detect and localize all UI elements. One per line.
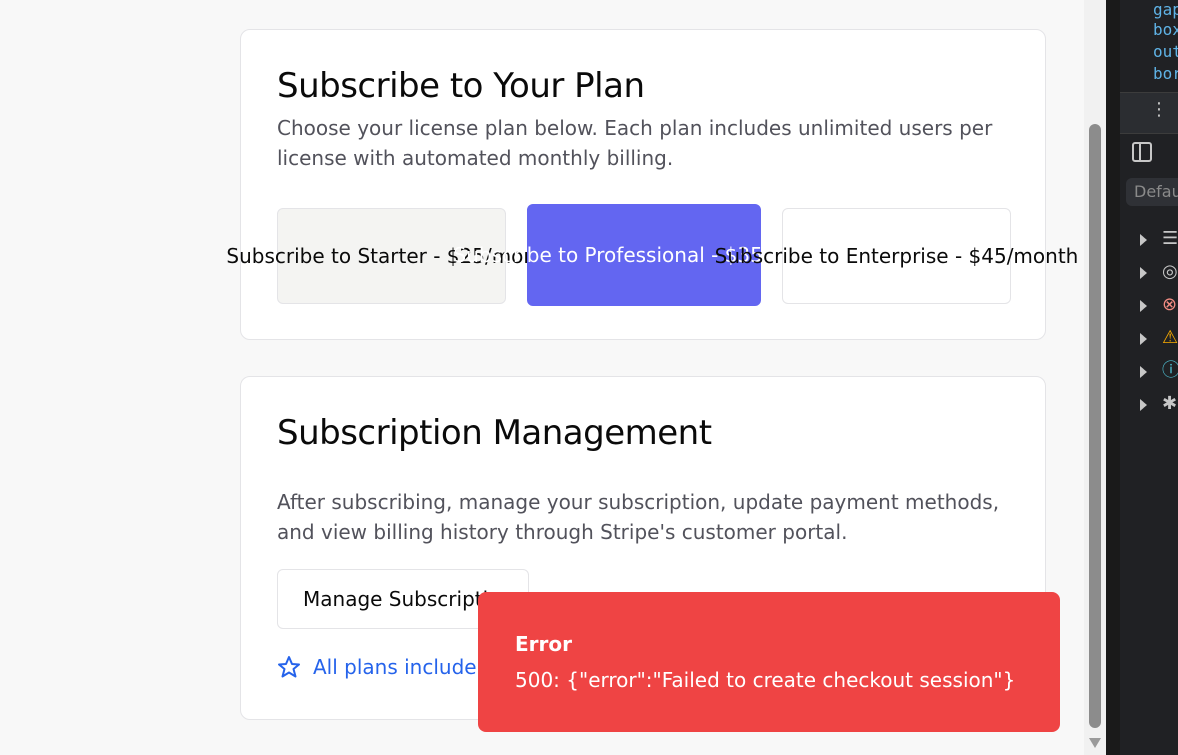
css-code-line: out [1153, 42, 1178, 61]
error-toast-title: Error [515, 632, 572, 656]
expand-triangle-icon [1140, 300, 1147, 312]
css-code-line: bor [1153, 64, 1178, 83]
subscribe-enterprise-label: Subscribe to Enterprise - $45/month [714, 244, 1079, 268]
expand-triangle-icon [1140, 234, 1147, 246]
plan-section-description: Choose your license plan below. Each pla… [277, 116, 993, 170]
devtools-gutter [1106, 0, 1120, 755]
error-icon: ⊗ [1162, 294, 1178, 315]
plan-card: Subscribe to Your Plan Choose your licen… [226, 29, 1078, 340]
css-code-line: box [1153, 20, 1178, 39]
user-icon: ◎ [1162, 261, 1178, 282]
plan-section-title: Subscribe to Your Plan [277, 66, 645, 106]
management-section-description: After subscribing, manage your subscript… [277, 490, 1000, 544]
devtools-toolbar: ⋮ [1120, 92, 1178, 134]
warning-icon: ⚠ [1162, 327, 1178, 348]
plans-features-note[interactable]: All plans include a [277, 655, 495, 679]
more-options-icon[interactable]: ⋮ [1150, 101, 1168, 119]
error-toast[interactable]: Error 500: {"error":"Failed to create ch… [478, 592, 1060, 732]
expand-triangle-icon [1140, 267, 1147, 279]
bug-icon: ✱ [1162, 393, 1178, 414]
console-filter-input[interactable]: Defau [1126, 178, 1178, 206]
error-toast-message: 500: {"error":"Failed to create checkout… [515, 668, 1016, 692]
expand-triangle-icon [1140, 333, 1147, 345]
subscribe-enterprise-button[interactable]: Subscribe to Enterprise - $45/month [715, 208, 1078, 304]
scroll-down-arrow-icon[interactable] [1089, 738, 1101, 748]
css-code-line: gap [1153, 0, 1178, 19]
expand-triangle-icon [1140, 399, 1147, 411]
plans-features-text: All plans include a [313, 655, 496, 679]
expand-triangle-icon [1140, 366, 1147, 378]
list-icon: ☰ [1162, 228, 1178, 249]
page-scrollbar-thumb[interactable] [1089, 124, 1101, 728]
star-icon [278, 656, 300, 678]
devtools-panel: gap box out bor ⋮ Defau ☰ ◎ ⊗ ⚠ ⓘ ✱ [1106, 0, 1178, 755]
info-icon: ⓘ [1162, 360, 1178, 381]
sidebar-toggle-icon[interactable] [1132, 142, 1152, 162]
management-section-title: Subscription Management [277, 413, 712, 453]
